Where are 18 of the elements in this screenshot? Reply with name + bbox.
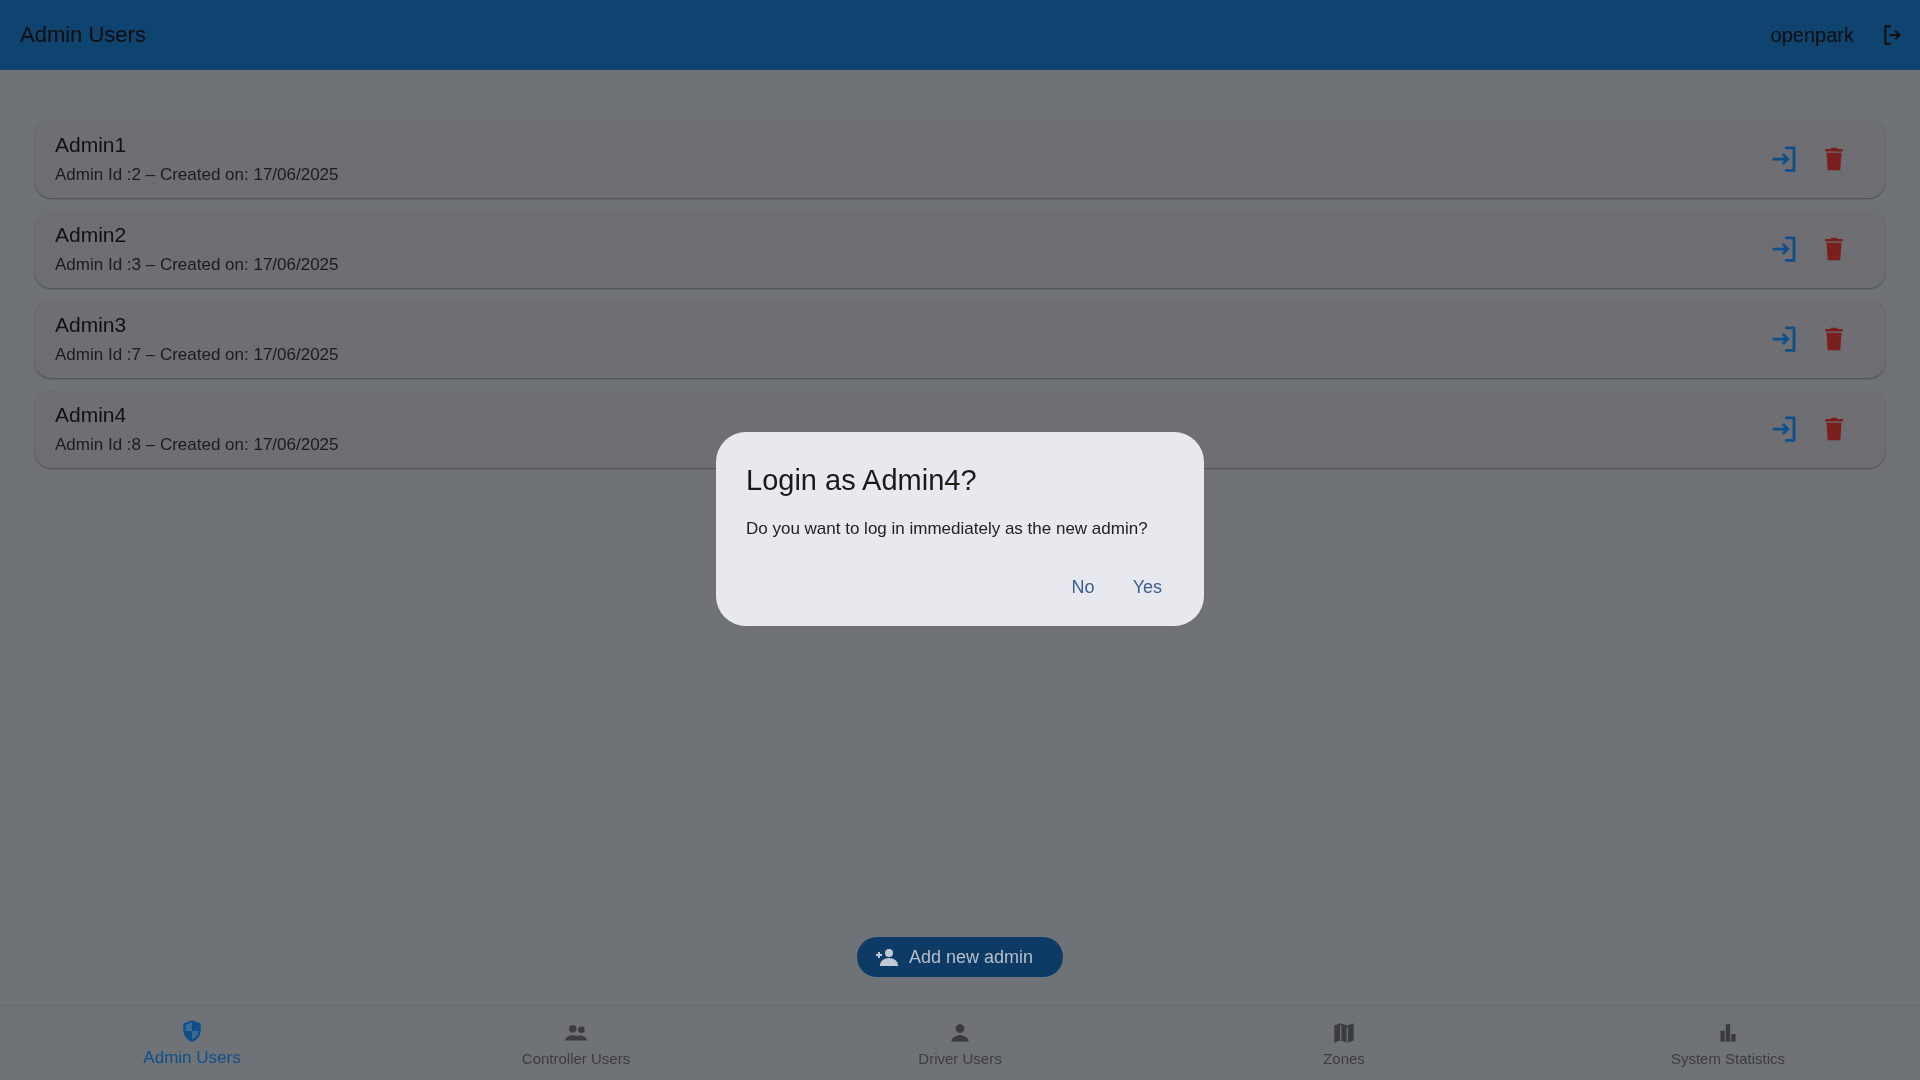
admin-name: Admin1 bbox=[55, 133, 128, 157]
username: openpark bbox=[1770, 23, 1854, 47]
add-admin-button[interactable]: Add new admin bbox=[856, 937, 1064, 977]
admin-details: Admin Id :3 – Created on: 17/06/2025 bbox=[55, 255, 339, 275]
nav-tab[interactable]: System Statistics bbox=[1536, 1006, 1920, 1080]
dialog-message: Do you want to log in immediately as the new admin? bbox=[746, 519, 1149, 539]
admin-details: Admin Id :8 – Created on: 17/06/2025 bbox=[55, 435, 339, 455]
admin-name: Admin2 bbox=[55, 223, 128, 247]
admin-card[interactable]: Admin3 Admin Id :7 – Created on: 17/06/2025 bbox=[35, 300, 1885, 378]
admin-card[interactable]: Admin2 Admin Id :3 – Created on: 17/06/2025 bbox=[35, 210, 1885, 288]
admin-name: Admin3 bbox=[55, 313, 128, 337]
admin-name: Admin4 bbox=[55, 403, 128, 427]
dialog-button[interactable]: Yes bbox=[1128, 573, 1166, 602]
admin-card[interactable]: Admin1 Admin Id :2 – Created on: 17/06/2025 bbox=[35, 120, 1885, 198]
admin-details: Admin Id :2 – Created on: 17/06/2025 bbox=[55, 165, 339, 185]
admin-details: Admin Id :7 – Created on: 17/06/2025 bbox=[55, 345, 339, 365]
dialog-button[interactable]: No bbox=[1067, 573, 1099, 602]
page-title: Admin Users bbox=[20, 22, 146, 48]
